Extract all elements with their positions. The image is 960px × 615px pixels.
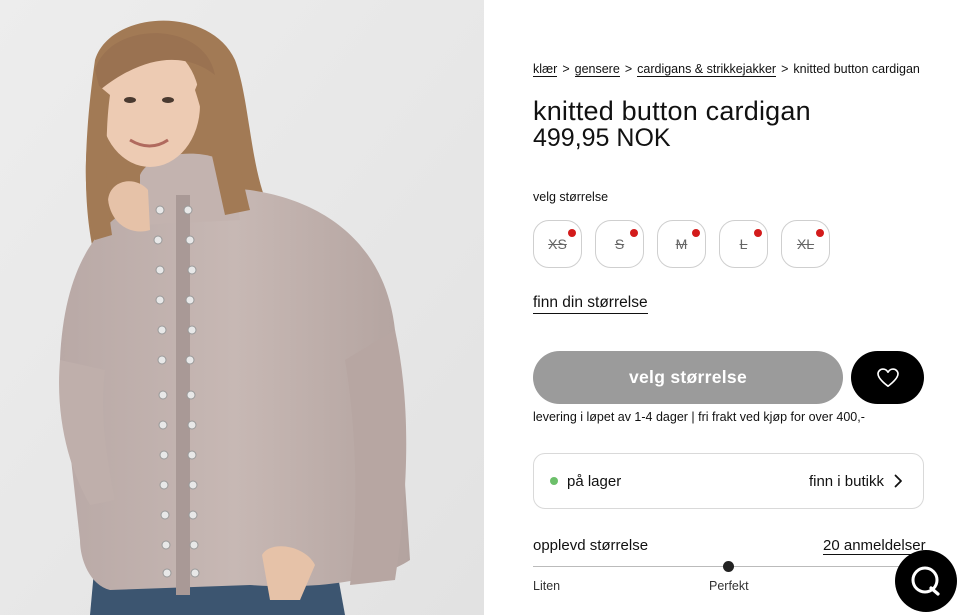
product-details: klær > gensere > cardigans & strikkejakker > k… <box>484 0 960 615</box>
stock-availability: på lager finn i butikk <box>533 453 924 509</box>
breadcrumb-separator: > <box>624 62 633 76</box>
stock-status: på lager <box>550 473 621 490</box>
find-in-store-button[interactable]: finn i butikk <box>809 473 903 490</box>
find-your-size-link[interactable]: finn din størrelse <box>533 294 648 314</box>
chevron-right-icon <box>894 474 902 488</box>
breadcrumb-separator: > <box>562 62 570 76</box>
unavailable-dot <box>754 229 762 237</box>
size-selector-label: velg størrelse <box>533 190 609 204</box>
size-option-xl[interactable]: XL <box>781 220 830 268</box>
size-options: XS S M L XL <box>533 220 830 268</box>
size-label: M <box>675 236 688 252</box>
size-label: XS <box>548 236 567 252</box>
find-in-store-label: finn i butikk <box>808 472 884 490</box>
breadcrumb-separator: > <box>781 62 789 76</box>
unavailable-dot <box>630 229 638 237</box>
favorite-button[interactable] <box>851 351 924 404</box>
breadcrumb-link-klaer[interactable]: klær <box>533 62 558 77</box>
size-label: XL <box>796 236 815 252</box>
chat-button[interactable] <box>895 550 957 612</box>
unavailable-dot <box>692 229 700 237</box>
unavailable-dot <box>568 229 576 237</box>
size-label: S <box>614 236 625 252</box>
product-title: knitted button cardigan <box>533 96 811 126</box>
size-option-xs[interactable]: XS <box>533 220 582 268</box>
size-label: L <box>739 236 748 252</box>
heart-icon <box>876 367 899 387</box>
product-image[interactable] <box>0 0 484 615</box>
breadcrumb-link-gensere[interactable]: gensere <box>574 62 620 77</box>
reviews-link[interactable]: 20 anmeldelser <box>823 537 926 555</box>
chat-bubble-icon <box>911 566 940 596</box>
fit-rating-label: opplevd størrelse <box>533 537 649 554</box>
unavailable-dot <box>816 229 824 237</box>
product-price: 499,95 NOK <box>533 124 671 152</box>
fit-scale-min-label: Liten <box>533 579 561 593</box>
breadcrumb: klær > gensere > cardigans & strikkejakker > k… <box>533 62 920 77</box>
product-photo-illustration <box>0 0 484 615</box>
fit-scale-mid-label: Perfekt <box>709 579 749 593</box>
fit-scale-marker <box>723 561 734 572</box>
in-stock-dot <box>550 477 558 485</box>
size-option-l[interactable]: L <box>719 220 768 268</box>
select-size-button[interactable]: velg størrelse <box>533 351 843 404</box>
size-option-s[interactable]: S <box>595 220 644 268</box>
breadcrumb-link-cardigans[interactable]: cardigans & strikkejakker <box>637 62 777 77</box>
stock-status-text: på lager <box>567 472 622 490</box>
size-option-m[interactable]: M <box>657 220 706 268</box>
delivery-info: levering i løpet av 1-4 dager | fri frak… <box>533 410 865 424</box>
breadcrumb-current: knitted button cardigan <box>793 62 920 76</box>
